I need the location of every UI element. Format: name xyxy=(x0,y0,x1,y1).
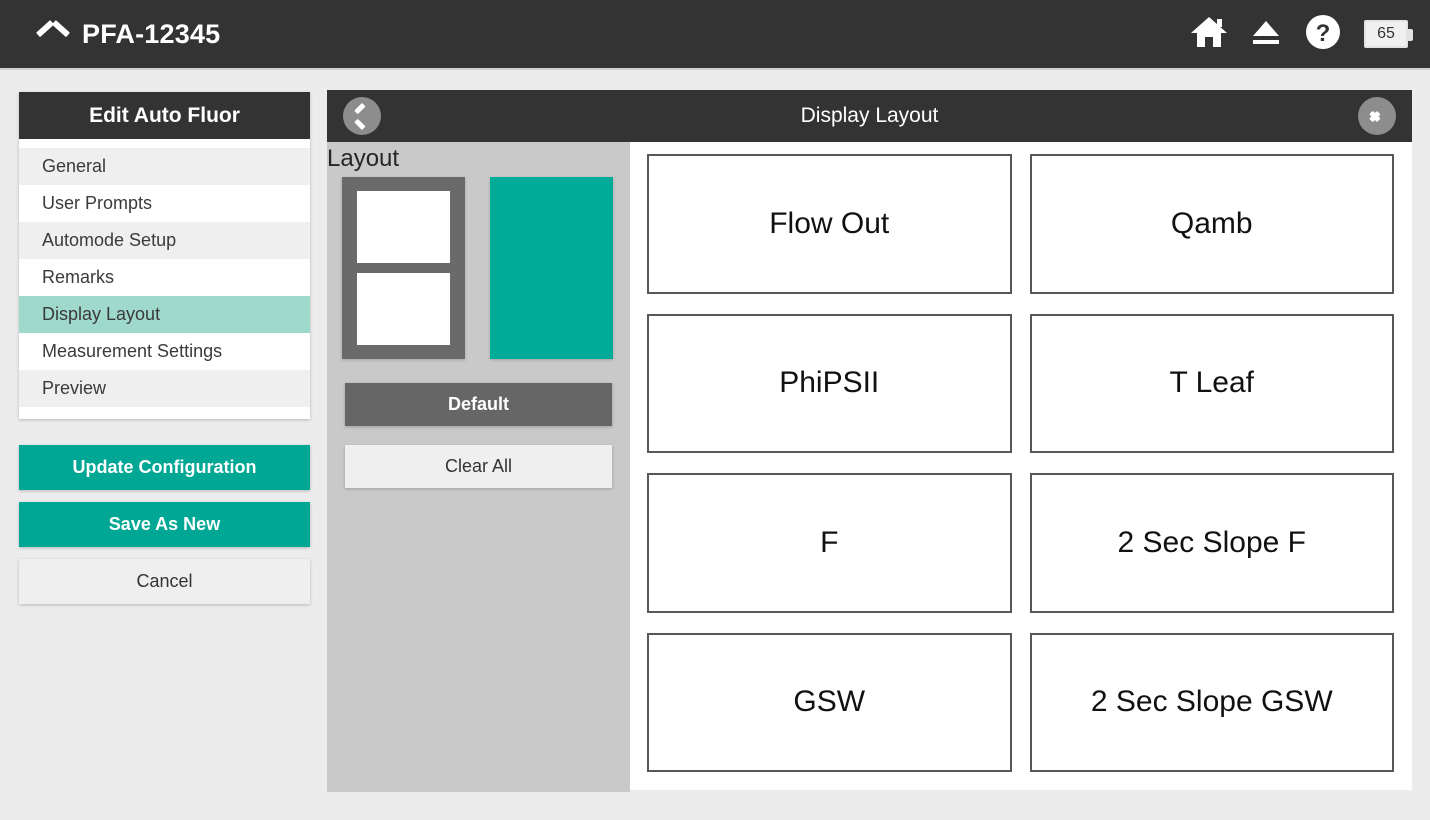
update-configuration-button[interactable]: Update Configuration xyxy=(19,445,310,490)
chevron-left-icon xyxy=(354,108,370,124)
layout-section-label: Layout xyxy=(327,145,400,172)
sidebar-item-general[interactable]: General xyxy=(19,148,310,185)
clear-all-button[interactable]: Clear All xyxy=(345,445,612,488)
layout-option-1x2[interactable] xyxy=(342,177,465,359)
cancel-button[interactable]: Cancel xyxy=(19,559,310,604)
sidebar-item-display-layout[interactable]: Display Layout xyxy=(19,296,310,333)
display-cell-1[interactable]: Flow Out xyxy=(647,154,1012,294)
home-icon[interactable] xyxy=(1190,15,1228,54)
page-title: Display Layout xyxy=(800,104,939,127)
save-as-new-button[interactable]: Save As New xyxy=(19,502,310,547)
title-bar: PFA-12345 ? 65 xyxy=(0,0,1430,70)
sidebar-item-remarks[interactable]: Remarks xyxy=(19,259,310,296)
sidebar-item-measurement-settings[interactable]: Measurement Settings xyxy=(19,333,310,370)
main-panel-header: Display Layout xyxy=(327,90,1412,142)
title-bar-right-group: ? 65 xyxy=(1190,13,1430,56)
display-layout-grid: Flow Out Qamb PhiPSII T Leaf F 2 Sec Slo… xyxy=(630,142,1412,790)
sidebar: Edit Auto Fluor General User Prompts Aut… xyxy=(19,92,310,604)
svg-text:?: ? xyxy=(1316,20,1331,47)
eject-icon[interactable] xyxy=(1250,17,1282,52)
chevron-up-icon[interactable] xyxy=(38,25,68,43)
title-bar-left-group: PFA-12345 xyxy=(0,19,220,50)
previous-page-arrow[interactable] xyxy=(343,97,381,135)
display-cell-6[interactable]: 2 Sec Slope F xyxy=(1029,473,1394,613)
sidebar-item-automode-setup[interactable]: Automode Setup xyxy=(19,222,310,259)
layout-option-list xyxy=(327,177,630,359)
device-name-label: PFA-12345 xyxy=(82,18,221,49)
sidebar-nav-list: General User Prompts Automode Setup Rema… xyxy=(19,139,310,419)
battery-icon: 65 xyxy=(1364,20,1413,48)
display-cell-8[interactable]: 2 Sec Slope GSW xyxy=(1029,632,1394,772)
layout-preview-cell xyxy=(357,191,450,263)
layout-panel: Layout Default Clear All xyxy=(327,142,630,792)
battery-level-label: 65 xyxy=(1377,25,1395,42)
sidebar-item-user-prompts[interactable]: User Prompts xyxy=(19,185,310,222)
default-layout-button[interactable]: Default xyxy=(345,383,612,426)
sidebar-item-preview[interactable]: Preview xyxy=(19,370,310,407)
display-cell-3[interactable]: PhiPSII xyxy=(647,313,1012,453)
sidebar-title: Edit Auto Fluor xyxy=(19,92,310,139)
layout-preview-cell xyxy=(357,273,450,345)
chevron-right-icon xyxy=(1369,108,1385,124)
next-page-arrow[interactable] xyxy=(1358,97,1396,135)
display-cell-2[interactable]: Qamb xyxy=(1029,154,1394,294)
display-cell-5[interactable]: F xyxy=(647,473,1012,613)
layout-option-4x2-selected[interactable] xyxy=(490,177,613,359)
sidebar-card: Edit Auto Fluor General User Prompts Aut… xyxy=(19,92,310,419)
help-icon[interactable]: ? xyxy=(1304,13,1342,56)
display-cell-7[interactable]: GSW xyxy=(647,632,1012,772)
display-cell-4[interactable]: T Leaf xyxy=(1029,313,1394,453)
